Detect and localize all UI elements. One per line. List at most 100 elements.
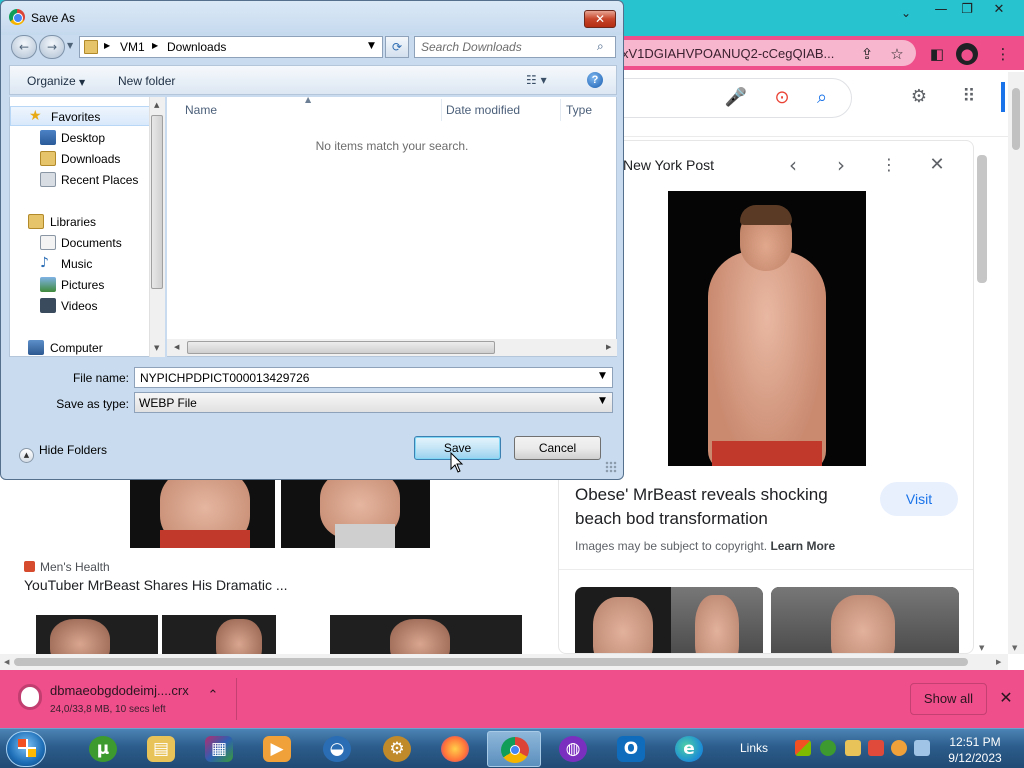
- bookmark-star-icon[interactable]: ☆: [886, 43, 908, 65]
- search-icon[interactable]: ⌕: [597, 39, 604, 54]
- taskbar-app[interactable]: ◒: [310, 731, 364, 767]
- tray-search-icon[interactable]: [891, 740, 907, 756]
- dialog-close-button[interactable]: ✕: [584, 10, 616, 28]
- save-as-type-dropdown-icon[interactable]: ▼: [599, 396, 606, 406]
- breadcrumb-separator-icon[interactable]: ▶: [104, 41, 110, 50]
- nav-recent-places[interactable]: Recent Places: [10, 170, 150, 190]
- result-image[interactable]: [130, 478, 430, 548]
- file-scroll-left-icon[interactable]: ◀: [174, 343, 179, 351]
- apps-grid-icon[interactable]: ⠿: [957, 85, 981, 109]
- download-options-chevron-icon[interactable]: ⌃: [204, 688, 222, 708]
- search-input[interactable]: [421, 39, 591, 55]
- taskbar-utorrent[interactable]: µ: [76, 731, 130, 767]
- page-vertical-scrollbar[interactable]: [1008, 72, 1024, 654]
- column-type[interactable]: Type: [566, 103, 592, 117]
- path-history-chevron-icon[interactable]: ▼: [368, 41, 375, 51]
- nav-pane-scroll-thumb[interactable]: [151, 115, 163, 289]
- nav-music[interactable]: ♪ Music: [10, 254, 150, 274]
- preview-scroll-down-icon[interactable]: ▼: [979, 644, 984, 652]
- settings-gear-icon[interactable]: ⚙: [907, 85, 931, 109]
- column-name[interactable]: Name: [185, 103, 217, 117]
- forward-arrow-icon[interactable]: →: [39, 35, 65, 59]
- browser-menu-icon[interactable]: ⋮: [992, 43, 1014, 65]
- search-field[interactable]: ⌕: [414, 36, 616, 58]
- hide-folders-toggle[interactable]: ▲ Hide Folders: [19, 443, 107, 463]
- column-separator[interactable]: [560, 99, 561, 121]
- tray-tool-icon[interactable]: [845, 740, 861, 756]
- download-file-icon[interactable]: [18, 684, 42, 710]
- scroll-down-arrow-icon[interactable]: ▼: [1012, 644, 1017, 652]
- visit-button[interactable]: Visit: [880, 482, 958, 516]
- start-button[interactable]: [6, 731, 46, 767]
- nav-documents[interactable]: Documents: [10, 233, 150, 253]
- taskbar-media-player[interactable]: ▶: [250, 731, 304, 767]
- taskbar-clock[interactable]: 12:51 PM 9/12/2023: [940, 734, 1010, 766]
- taskbar-outlook[interactable]: O: [604, 731, 658, 767]
- learn-more-link[interactable]: Learn More: [770, 539, 835, 553]
- file-name-field[interactable]: ▼: [134, 367, 613, 388]
- scroll-left-arrow-icon[interactable]: ◀: [4, 658, 9, 666]
- nav-libraries[interactable]: Libraries: [10, 212, 150, 232]
- tab-search-chevron-icon[interactable]: ⌄: [896, 6, 916, 26]
- preview-scroll-thumb[interactable]: [977, 155, 987, 283]
- taskbar-explorer[interactable]: ▤: [134, 731, 188, 767]
- links-toolbar[interactable]: Links: [740, 741, 768, 755]
- tray-security-icon[interactable]: [868, 740, 884, 756]
- preview-title[interactable]: Obese' MrBeast reveals shocking beach bo…: [575, 483, 865, 531]
- resize-grip[interactable]: [605, 461, 617, 473]
- file-name-dropdown-icon[interactable]: ▼: [599, 371, 606, 381]
- column-separator[interactable]: [441, 99, 442, 121]
- nav-videos[interactable]: Videos: [10, 296, 150, 316]
- result-thumbnail[interactable]: [330, 615, 522, 655]
- related-image[interactable]: [575, 587, 763, 653]
- taskbar-mask-app[interactable]: ◍: [546, 731, 600, 767]
- cancel-button[interactable]: Cancel: [514, 436, 601, 460]
- nav-scroll-down-icon[interactable]: ▼: [154, 344, 159, 352]
- taskbar-settings-tool[interactable]: ⚙: [370, 731, 424, 767]
- close-preview-icon[interactable]: ✕: [925, 153, 949, 177]
- preview-image[interactable]: [668, 191, 866, 466]
- next-image-icon[interactable]: ›: [829, 153, 853, 177]
- search-icon[interactable]: ⌕: [810, 86, 834, 110]
- address-breadcrumb[interactable]: ▶ VM1 ▶ Downloads ▼: [79, 36, 383, 58]
- organize-menu[interactable]: Organize ▼: [27, 74, 85, 88]
- taskbar-chrome[interactable]: [487, 731, 541, 767]
- close-downloads-icon[interactable]: ✕: [996, 688, 1016, 710]
- voice-search-icon[interactable]: 🎤: [724, 86, 748, 110]
- taskbar-edge[interactable]: e: [662, 731, 716, 767]
- nav-scroll-up-icon[interactable]: ▲: [154, 101, 159, 109]
- recent-locations-chevron-icon[interactable]: ▼: [67, 41, 73, 50]
- scroll-right-arrow-icon[interactable]: ▶: [996, 658, 1001, 666]
- save-as-type-select[interactable]: WEBP File ▼: [134, 392, 613, 413]
- result-title-link[interactable]: YouTuber MrBeast Shares His Dramatic ...: [24, 577, 288, 593]
- help-icon[interactable]: ?: [587, 72, 603, 88]
- page-hscroll-thumb[interactable]: [14, 658, 968, 666]
- back-arrow-icon[interactable]: ←: [11, 35, 37, 59]
- nav-favorites[interactable]: ★ Favorites: [10, 106, 150, 126]
- new-folder-button[interactable]: New folder: [118, 74, 175, 88]
- tray-utorrent-icon[interactable]: [820, 740, 836, 756]
- result-thumbnail[interactable]: [36, 615, 276, 655]
- file-name-input[interactable]: [140, 370, 580, 385]
- dialog-titlebar[interactable]: Save As: [1, 1, 623, 35]
- profile-avatar-icon[interactable]: ●: [956, 43, 978, 65]
- lens-search-icon[interactable]: ⊙: [770, 86, 794, 110]
- download-file-name[interactable]: dbmaeobgdodeimj....crx: [50, 683, 189, 698]
- breadcrumb-separator-icon[interactable]: ▶: [152, 41, 158, 50]
- nav-computer[interactable]: Computer: [10, 338, 150, 356]
- file-scroll-right-icon[interactable]: ▶: [606, 343, 611, 351]
- taskbar-winrar[interactable]: ▦: [192, 731, 246, 767]
- more-options-icon[interactable]: ⋮: [877, 153, 901, 177]
- share-icon[interactable]: ⇪: [856, 43, 878, 65]
- nav-downloads[interactable]: Downloads: [10, 149, 150, 169]
- nav-pictures[interactable]: Pictures: [10, 275, 150, 295]
- side-panel-icon[interactable]: ◧: [926, 43, 948, 65]
- related-image[interactable]: [771, 587, 959, 653]
- preview-source[interactable]: New York Post: [623, 157, 714, 173]
- page-scroll-thumb[interactable]: [1012, 88, 1020, 150]
- column-date-modified[interactable]: Date modified: [446, 103, 520, 117]
- restore-window-icon[interactable]: ❐: [952, 0, 982, 20]
- nav-desktop[interactable]: Desktop: [10, 128, 150, 148]
- view-options-icon[interactable]: ☷ ▾: [526, 73, 547, 87]
- close-window-icon[interactable]: ✕: [984, 0, 1014, 20]
